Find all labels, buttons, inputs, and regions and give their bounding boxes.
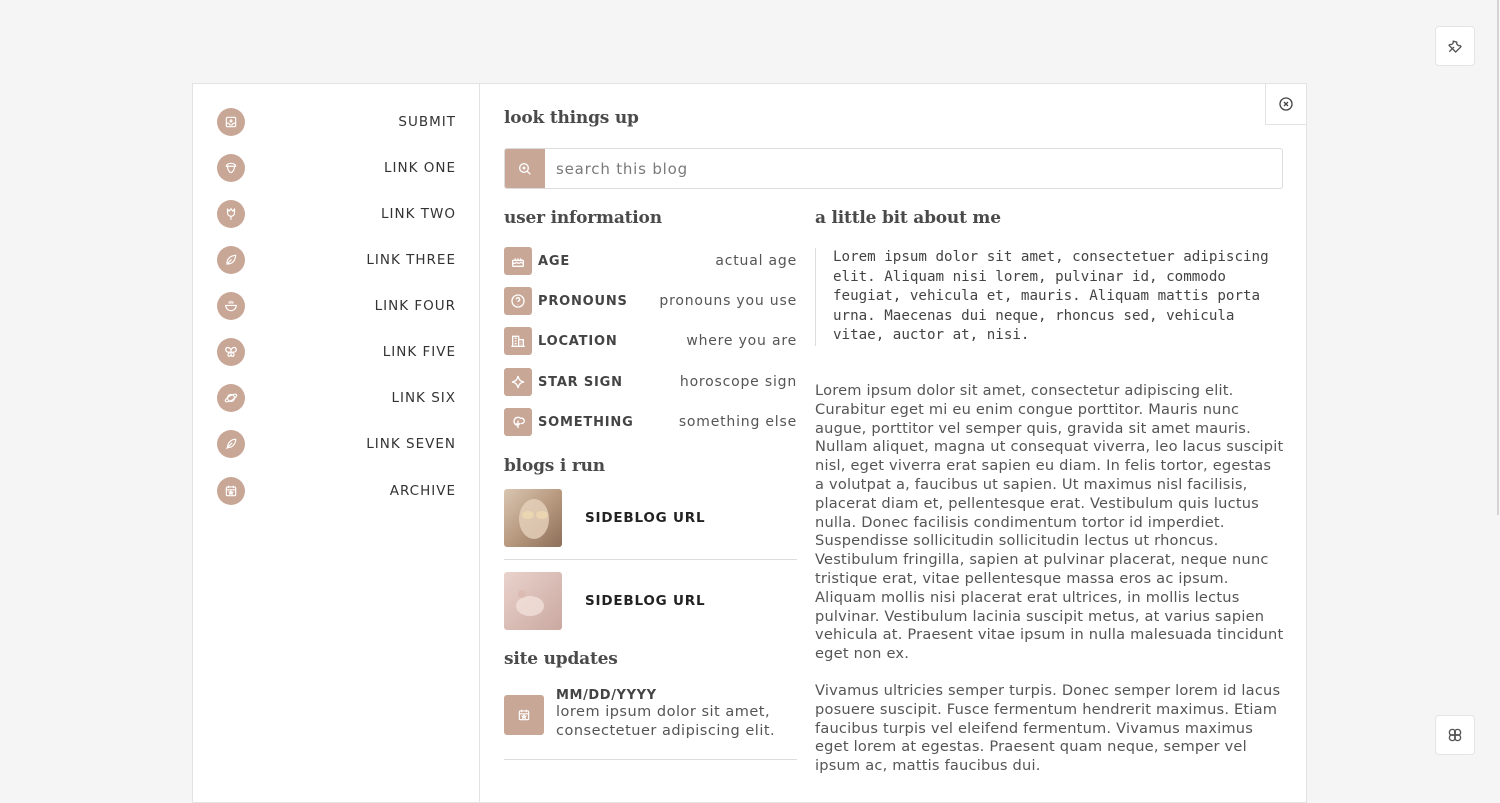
info-value: horoscope sign	[679, 374, 797, 390]
inbox-icon	[217, 108, 245, 136]
theme-credit-button[interactable]	[1435, 715, 1475, 755]
search-heading: look things up	[504, 108, 639, 128]
nav-label: LINK THREE	[366, 252, 456, 268]
blog-avatar	[504, 489, 562, 547]
close-icon	[1279, 97, 1293, 111]
info-value: something else	[678, 414, 797, 430]
feather-icon	[217, 430, 245, 458]
tulip-icon	[217, 200, 245, 228]
nav-label: LINK SIX	[391, 390, 456, 406]
update-item: MM/DD/YYYY lorem ipsum dolor sit amet, c…	[504, 688, 797, 741]
nav-item-link-four[interactable]: LINK FOUR	[217, 291, 456, 321]
nav-label: LINK ONE	[384, 160, 456, 176]
nav-label: LINK TWO	[381, 206, 456, 222]
nav-item-link-five[interactable]: LINK FIVE	[217, 337, 456, 367]
blog-url: SIDEBLOG URL	[585, 593, 706, 609]
sidebar-nav: SUBMIT LINK ONE LINK TWO LINK THREE LINK…	[193, 84, 480, 802]
nav-item-link-one[interactable]: LINK ONE	[217, 153, 456, 183]
updates-heading: site updates	[504, 649, 618, 669]
blog-item[interactable]: SIDEBLOG URL	[504, 488, 797, 548]
divider	[504, 759, 797, 760]
nav-label: SUBMIT	[398, 114, 456, 130]
bowl-icon	[217, 292, 245, 320]
nav-label: LINK FOUR	[374, 298, 456, 314]
about-paragraph: Lorem ipsum dolor sit amet, consectetur …	[815, 382, 1284, 663]
info-key: STAR SIGN	[538, 374, 623, 390]
info-key: LOCATION	[538, 333, 618, 349]
nav-label: LINK FIVE	[382, 344, 456, 360]
tree-icon	[504, 408, 532, 436]
info-value: pronouns you use	[659, 293, 797, 309]
close-button[interactable]	[1265, 84, 1306, 125]
acorn-icon	[217, 154, 245, 182]
building-icon	[504, 327, 532, 355]
blog-url: SIDEBLOG URL	[585, 510, 706, 526]
info-value: where you are	[686, 333, 797, 349]
info-row-age: AGE actual age	[504, 247, 797, 275]
about-heading: a little bit about me	[815, 208, 1001, 228]
butterfly-icon	[217, 338, 245, 366]
nav-item-link-two[interactable]: LINK TWO	[217, 199, 456, 229]
blogs-heading: blogs i run	[504, 456, 605, 476]
info-row-something: SOMETHING something else	[504, 408, 797, 436]
wrench-icon	[1448, 40, 1462, 53]
info-key: PRONOUNS	[538, 293, 628, 309]
leaf-icon	[217, 246, 245, 274]
blog-item[interactable]: SIDEBLOG URL	[504, 571, 797, 631]
info-row-pronouns: PRONOUNS pronouns you use	[504, 287, 797, 315]
search-input[interactable]	[545, 149, 1282, 188]
page-scrollbar[interactable]	[1497, 0, 1499, 515]
about-popup: SUBMIT LINK ONE LINK TWO LINK THREE LINK…	[192, 83, 1307, 803]
nav-item-link-seven[interactable]: LINK SEVEN	[217, 429, 456, 459]
question-icon	[504, 287, 532, 315]
planet-icon	[217, 384, 245, 412]
divider	[504, 559, 797, 560]
cake-icon	[504, 247, 532, 275]
calendar-icon	[217, 477, 245, 505]
clover-icon	[1448, 728, 1462, 742]
nav-label: LINK SEVEN	[366, 436, 456, 452]
info-row-location: LOCATION where you are	[504, 327, 797, 355]
nav-item-archive[interactable]: ARCHIVE	[217, 476, 456, 506]
info-value: actual age	[715, 253, 797, 269]
update-date: MM/DD/YYYY	[556, 688, 657, 703]
zoom-in-icon	[519, 162, 531, 175]
nav-label: ARCHIVE	[389, 483, 456, 499]
blog-avatar	[504, 572, 562, 630]
customize-button[interactable]	[1435, 26, 1475, 66]
update-text: lorem ipsum dolor sit amet, consectetuer…	[556, 704, 776, 739]
calendar-icon	[504, 695, 544, 735]
info-row-star-sign: STAR SIGN horoscope sign	[504, 368, 797, 396]
user-info-heading: user information	[504, 208, 662, 228]
about-quote: Lorem ipsum dolor sit amet, consectetuer…	[815, 248, 1281, 346]
nav-item-submit[interactable]: SUBMIT	[217, 107, 456, 137]
sparkle-icon	[504, 368, 532, 396]
nav-item-link-six[interactable]: LINK SIX	[217, 383, 456, 413]
info-key: AGE	[538, 253, 571, 269]
search-bar	[504, 148, 1283, 189]
nav-item-link-three[interactable]: LINK THREE	[217, 245, 456, 275]
info-key: SOMETHING	[538, 414, 634, 430]
search-button[interactable]	[505, 149, 545, 188]
about-paragraph: Vivamus ultricies semper turpis. Donec s…	[815, 682, 1281, 775]
